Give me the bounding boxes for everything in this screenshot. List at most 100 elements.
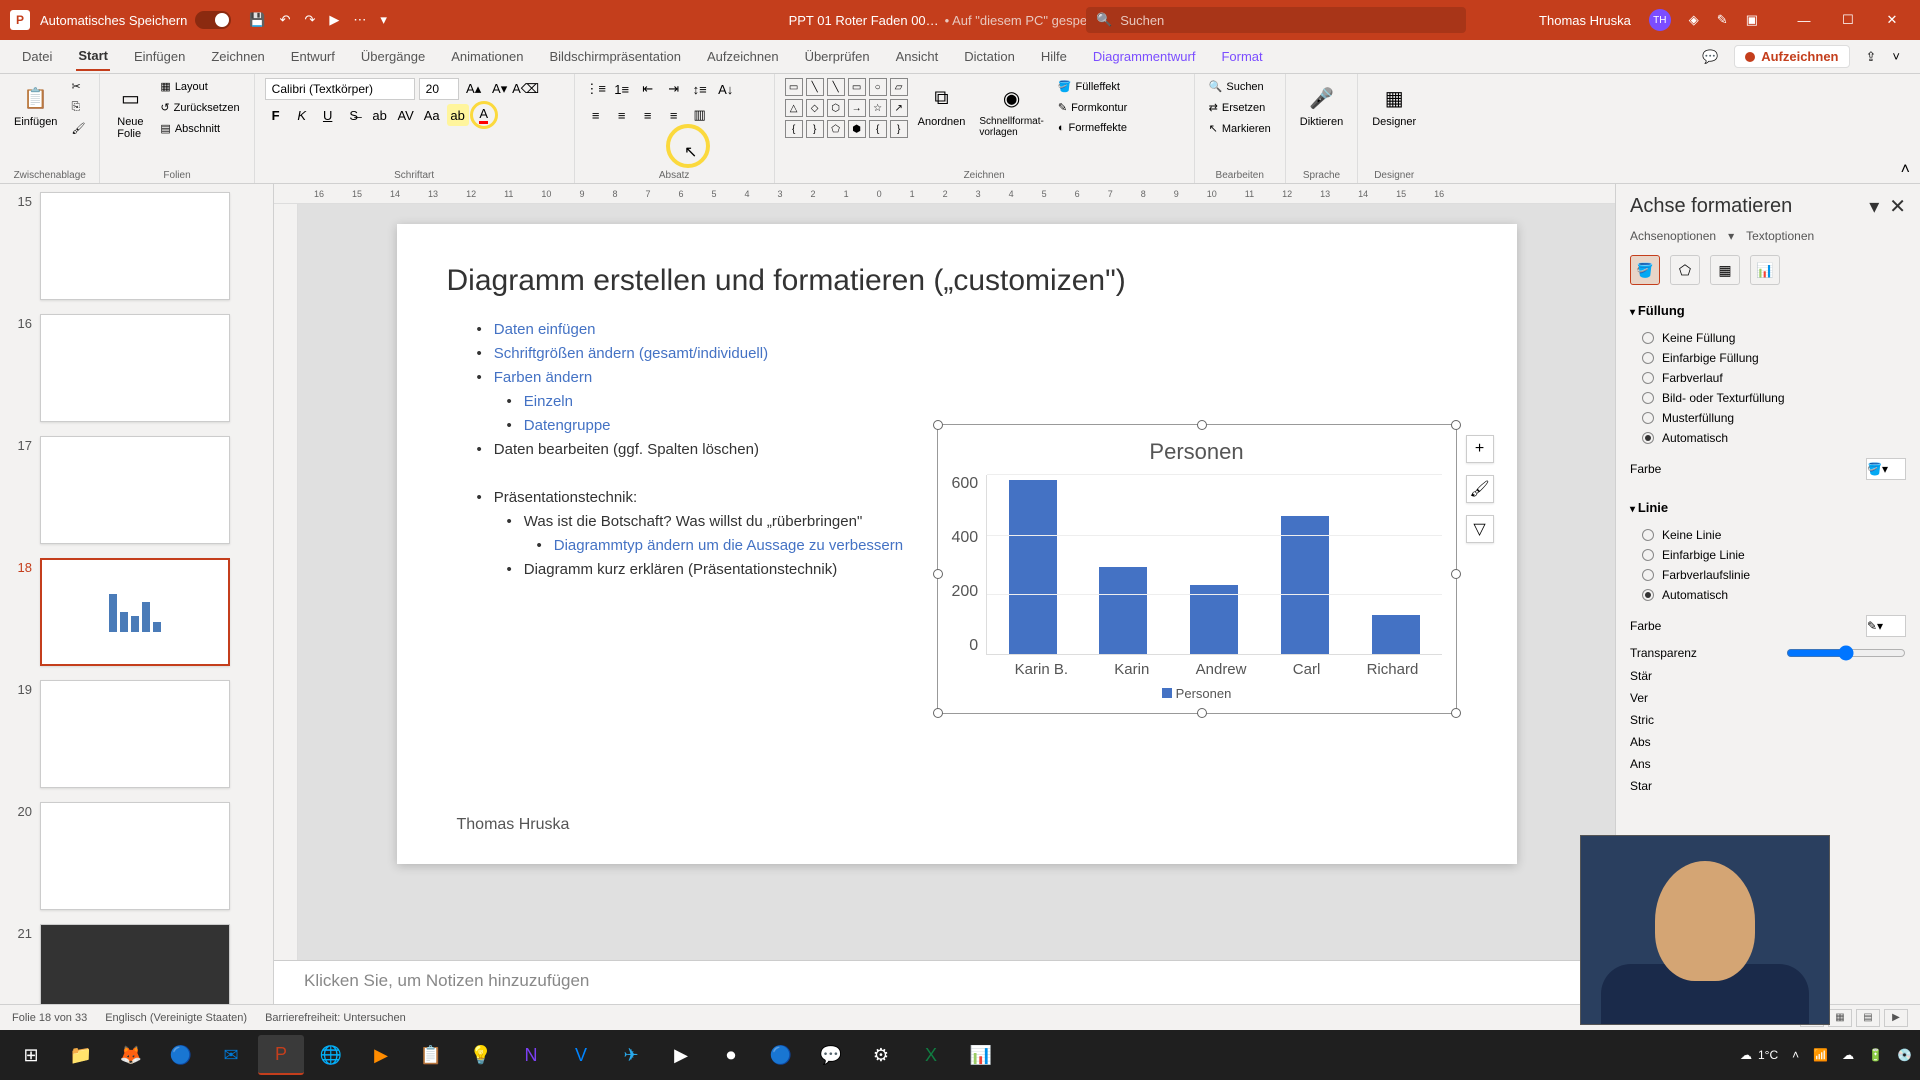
line-section-header[interactable]: Linie xyxy=(1630,496,1906,519)
chart-plot-area[interactable] xyxy=(986,475,1441,655)
start-button[interactable]: ⊞ xyxy=(8,1035,54,1075)
fill-color-picker[interactable]: 🪣▾ xyxy=(1866,458,1906,480)
fill-option-picture[interactable]: Bild- oder Texturfüllung xyxy=(1642,388,1906,408)
explorer-icon[interactable]: 📁 xyxy=(58,1035,104,1075)
cloud-icon[interactable]: ☁ xyxy=(1842,1048,1854,1062)
tab-einfuegen[interactable]: Einfügen xyxy=(132,43,187,70)
line-color-picker[interactable]: ✎▾ xyxy=(1866,615,1906,637)
font-name-select[interactable] xyxy=(265,78,415,100)
chart-y-axis[interactable]: 600 400 200 0 xyxy=(952,475,987,655)
ribbon-collapse-icon[interactable]: ˅ xyxy=(1892,49,1900,64)
line-option-none[interactable]: Keine Linie xyxy=(1642,525,1906,545)
panel-close-icon[interactable]: ✕ xyxy=(1889,194,1906,219)
app-icon-2[interactable]: 📋 xyxy=(408,1035,454,1075)
save-icon[interactable]: 💾 xyxy=(249,12,265,28)
slideshow-view-icon[interactable]: ▶ xyxy=(1884,1009,1908,1027)
shadow-icon[interactable]: ab xyxy=(369,104,391,126)
app-icon-6[interactable]: 🔵 xyxy=(758,1035,804,1075)
obs-icon[interactable]: ⏺ xyxy=(708,1035,754,1075)
chart-title[interactable]: Personen xyxy=(952,439,1442,465)
bullets-icon[interactable]: ⋮≡ xyxy=(585,78,607,100)
sort-icon[interactable]: A↓ xyxy=(715,78,737,100)
comments-icon[interactable]: 💬 xyxy=(1702,49,1718,65)
qat-dropdown-icon[interactable]: ▾ xyxy=(380,12,387,28)
cut-button[interactable]: ✂ xyxy=(67,78,89,95)
font-color-icon[interactable]: A xyxy=(473,104,495,126)
line-option-gradient[interactable]: Farbverlaufslinie xyxy=(1642,565,1906,585)
slide-author[interactable]: Thomas Hruska xyxy=(457,816,570,834)
line-spacing-icon[interactable]: ↕≡ xyxy=(689,78,711,100)
app-icon-4[interactable]: V xyxy=(558,1035,604,1075)
align-left-icon[interactable]: ≡ xyxy=(585,104,607,126)
slide-thumb-20[interactable] xyxy=(40,802,230,910)
underline-icon[interactable]: U xyxy=(317,104,339,126)
diamond-icon[interactable]: ◈ xyxy=(1689,12,1699,28)
powerpoint-icon[interactable]: P xyxy=(258,1035,304,1075)
columns-icon[interactable]: ▥ xyxy=(689,104,711,126)
language-indicator[interactable]: Englisch (Vereinigte Staaten) xyxy=(105,1012,247,1024)
slide[interactable]: Diagramm erstellen und formatieren („cus… xyxy=(397,224,1517,864)
layout-button[interactable]: ▦Layout xyxy=(156,78,243,95)
line-option-auto[interactable]: Automatisch xyxy=(1642,585,1906,605)
tab-datei[interactable]: Datei xyxy=(20,43,54,70)
highlight-icon[interactable]: ab xyxy=(447,104,469,126)
app-icon-3[interactable]: 💡 xyxy=(458,1035,504,1075)
excel-icon[interactable]: X xyxy=(908,1035,954,1075)
new-slide-button[interactable]: ▭ Neue Folie xyxy=(110,78,150,144)
reset-button[interactable]: ↺Zurücksetzen xyxy=(156,99,243,116)
chart[interactable]: + 🖌 ▽ Personen 600 400 200 0 xyxy=(937,424,1457,714)
increase-font-icon[interactable]: A▴ xyxy=(463,78,485,100)
font-size-select[interactable] xyxy=(419,78,459,100)
window-icon[interactable]: ▣ xyxy=(1746,12,1758,28)
indent-right-icon[interactable]: ⇥ xyxy=(663,78,685,100)
bluray-icon[interactable]: 💿 xyxy=(1897,1048,1912,1062)
replace-button[interactable]: ⇄Ersetzen xyxy=(1205,99,1275,116)
transparency-slider[interactable] xyxy=(1786,645,1906,661)
tab-ueberpruefen[interactable]: Überprüfen xyxy=(803,43,872,70)
fill-option-gradient[interactable]: Farbverlauf xyxy=(1642,368,1906,388)
tab-format[interactable]: Format xyxy=(1219,43,1264,70)
section-button[interactable]: ▤Abschnitt xyxy=(156,120,243,137)
tab-uebergaenge[interactable]: Übergänge xyxy=(359,43,427,70)
fill-option-none[interactable]: Keine Füllung xyxy=(1642,328,1906,348)
numbering-icon[interactable]: 1≡ xyxy=(611,78,633,100)
accessibility-check[interactable]: Barrierefreiheit: Untersuchen xyxy=(265,1012,406,1024)
network-icon[interactable]: 📶 xyxy=(1813,1048,1828,1062)
arrange-button[interactable]: ⧉ Anordnen xyxy=(914,78,970,132)
axis-tab-icon[interactable]: 📊 xyxy=(1750,255,1780,285)
designer-button[interactable]: ▦ Designer xyxy=(1368,78,1420,132)
tray-chevron-icon[interactable]: ˄ xyxy=(1792,1048,1799,1062)
chart-x-axis[interactable]: Karin B. Karin Andrew Carl Richard xyxy=(952,661,1442,678)
app-icon-1[interactable]: 🌐 xyxy=(308,1035,354,1075)
telegram-icon[interactable]: ✈ xyxy=(608,1035,654,1075)
fill-section-header[interactable]: Füllung xyxy=(1630,299,1906,322)
tab-hilfe[interactable]: Hilfe xyxy=(1039,43,1069,70)
user-avatar[interactable]: TH xyxy=(1649,9,1671,31)
effects-button[interactable]: ◐Formeffekte xyxy=(1054,120,1131,136)
fill-option-solid[interactable]: Einfarbige Füllung xyxy=(1642,348,1906,368)
search-box[interactable]: 🔍 Suchen xyxy=(1086,7,1466,33)
notes-area[interactable]: Klicken Sie, um Notizen hinzuzufügen xyxy=(274,960,1615,1004)
slide-thumb-16[interactable] xyxy=(40,314,230,422)
tab-diagrammentwurf[interactable]: Diagrammentwurf xyxy=(1091,43,1198,70)
slide-thumb-15[interactable] xyxy=(40,192,230,300)
app-icon-5[interactable]: ▶ xyxy=(658,1035,704,1075)
tab-aufzeichnen[interactable]: Aufzeichnen xyxy=(705,43,781,70)
tab-entwurf[interactable]: Entwurf xyxy=(289,43,337,70)
chart-bar[interactable] xyxy=(1009,480,1057,654)
undo-icon[interactable]: ↶ xyxy=(280,12,291,28)
tab-bildschirmpraesentation[interactable]: Bildschirmpräsentation xyxy=(547,43,683,70)
record-button[interactable]: Aufzeichnen xyxy=(1734,45,1849,68)
vlc-icon[interactable]: ▶ xyxy=(358,1035,404,1075)
chrome-icon[interactable]: 🔵 xyxy=(158,1035,204,1075)
slide-thumb-21[interactable] xyxy=(40,924,230,1004)
outlook-icon[interactable]: ✉ xyxy=(208,1035,254,1075)
shapes-gallery[interactable]: ▭╲╲▭○▱ △◇⬡→☆↗ {}⬠⬢{} xyxy=(785,78,908,138)
tab-ansicht[interactable]: Ansicht xyxy=(894,43,941,70)
chart-filter-button[interactable]: ▽ xyxy=(1466,515,1494,543)
panel-tab-text-options[interactable]: Textoptionen xyxy=(1746,229,1814,243)
tab-animationen[interactable]: Animationen xyxy=(449,43,525,70)
decrease-font-icon[interactable]: A▾ xyxy=(489,78,511,100)
app-icon-7[interactable]: 📊 xyxy=(958,1035,1004,1075)
justify-icon[interactable]: ≡ xyxy=(663,104,685,126)
